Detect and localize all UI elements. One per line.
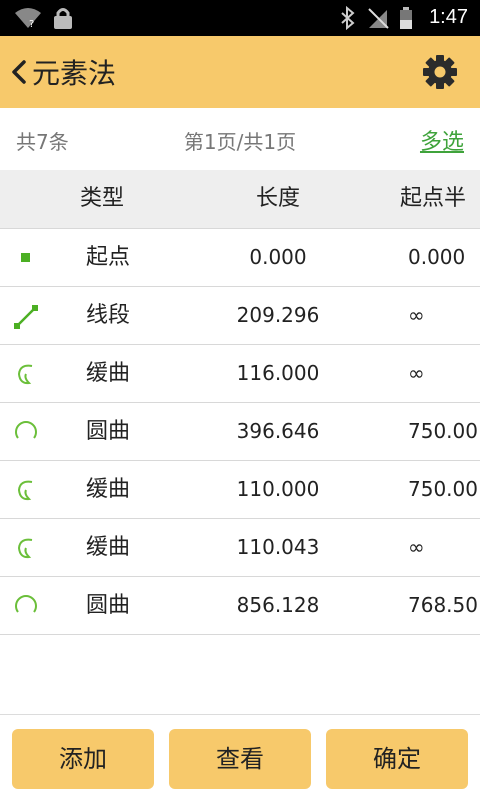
no-signal-icon	[368, 8, 389, 29]
cell-start-radius: 768.50	[408, 593, 478, 617]
add-button[interactable]: 添加	[12, 729, 154, 789]
line-segment-icon	[14, 305, 38, 329]
confirm-button[interactable]: 确定	[326, 729, 468, 789]
lock-icon	[54, 8, 72, 29]
cell-length: 110.000	[236, 477, 320, 501]
page-indicator: 第1页/共1页	[183, 130, 297, 154]
cell-length: 209.296	[236, 303, 320, 327]
wifi-icon: ?	[15, 8, 41, 30]
app-bar: 元素法	[0, 36, 480, 108]
header-start-radius: 起点半	[400, 186, 467, 211]
table-row[interactable]: 线段 209.296 ∞	[0, 287, 480, 345]
table-row[interactable]: 圆曲 856.128 768.50	[0, 577, 480, 635]
header-length: 长度	[255, 186, 300, 211]
table-row[interactable]: 缓曲 116.000 ∞	[0, 345, 480, 403]
cell-type: 起点	[86, 245, 131, 270]
cell-length: 396.646	[236, 419, 320, 443]
cell-type: 圆曲	[86, 419, 131, 444]
circular-curve-icon	[15, 595, 37, 613]
cell-type: 圆曲	[86, 593, 131, 618]
cell-start-radius: 0.000	[408, 245, 466, 269]
cell-length: 856.128	[236, 593, 320, 617]
cell-type: 线段	[86, 303, 131, 328]
spiral-curve-icon	[17, 364, 33, 385]
header-type: 类型	[80, 186, 125, 211]
table-row[interactable]: 起点 0.000 0.000	[0, 229, 480, 287]
circular-curve-icon	[15, 421, 37, 439]
cell-length: 116.000	[236, 361, 320, 385]
table-header: 类型 长度 起点半	[0, 170, 480, 229]
cell-start-radius: 750.00	[408, 477, 478, 501]
view-button[interactable]: 查看	[169, 729, 311, 789]
cell-start-radius: 750.00	[408, 419, 478, 443]
back-arrow-icon[interactable]	[8, 56, 30, 88]
info-bar: 共7条 第1页/共1页 多选	[0, 108, 480, 171]
table-row[interactable]: 圆曲 396.646 750.00	[0, 403, 480, 461]
cell-length: 0.000	[249, 245, 307, 269]
bottom-toolbar: 添加 查看 确定	[0, 714, 480, 801]
table-row[interactable]: 缓曲 110.000 750.00	[0, 461, 480, 519]
spiral-curve-icon	[17, 480, 33, 501]
cell-type: 缓曲	[86, 535, 131, 560]
cell-type: 缓曲	[86, 477, 131, 502]
bluetooth-icon	[341, 6, 355, 30]
point-icon	[21, 253, 30, 262]
status-time: 1:47	[429, 6, 468, 28]
page-title: 元素法	[32, 57, 117, 90]
multi-select-link[interactable]: 多选	[420, 124, 464, 156]
battery-icon	[400, 7, 412, 29]
cell-type: 缓曲	[86, 361, 131, 386]
cell-start-radius: ∞	[408, 361, 425, 385]
table-row[interactable]: 缓曲 110.043 ∞	[0, 519, 480, 577]
elements-table: 类型 长度 起点半 起点 0.000 0.000 线段 209.296 ∞ 缓曲…	[0, 170, 480, 635]
status-bar: ? 1:47	[0, 0, 480, 36]
spiral-curve-icon	[17, 538, 33, 559]
gear-icon[interactable]	[422, 54, 458, 90]
svg-text:?: ?	[29, 19, 34, 30]
cell-length: 110.043	[236, 535, 320, 559]
cell-start-radius: ∞	[408, 535, 425, 559]
cell-start-radius: ∞	[408, 303, 425, 327]
